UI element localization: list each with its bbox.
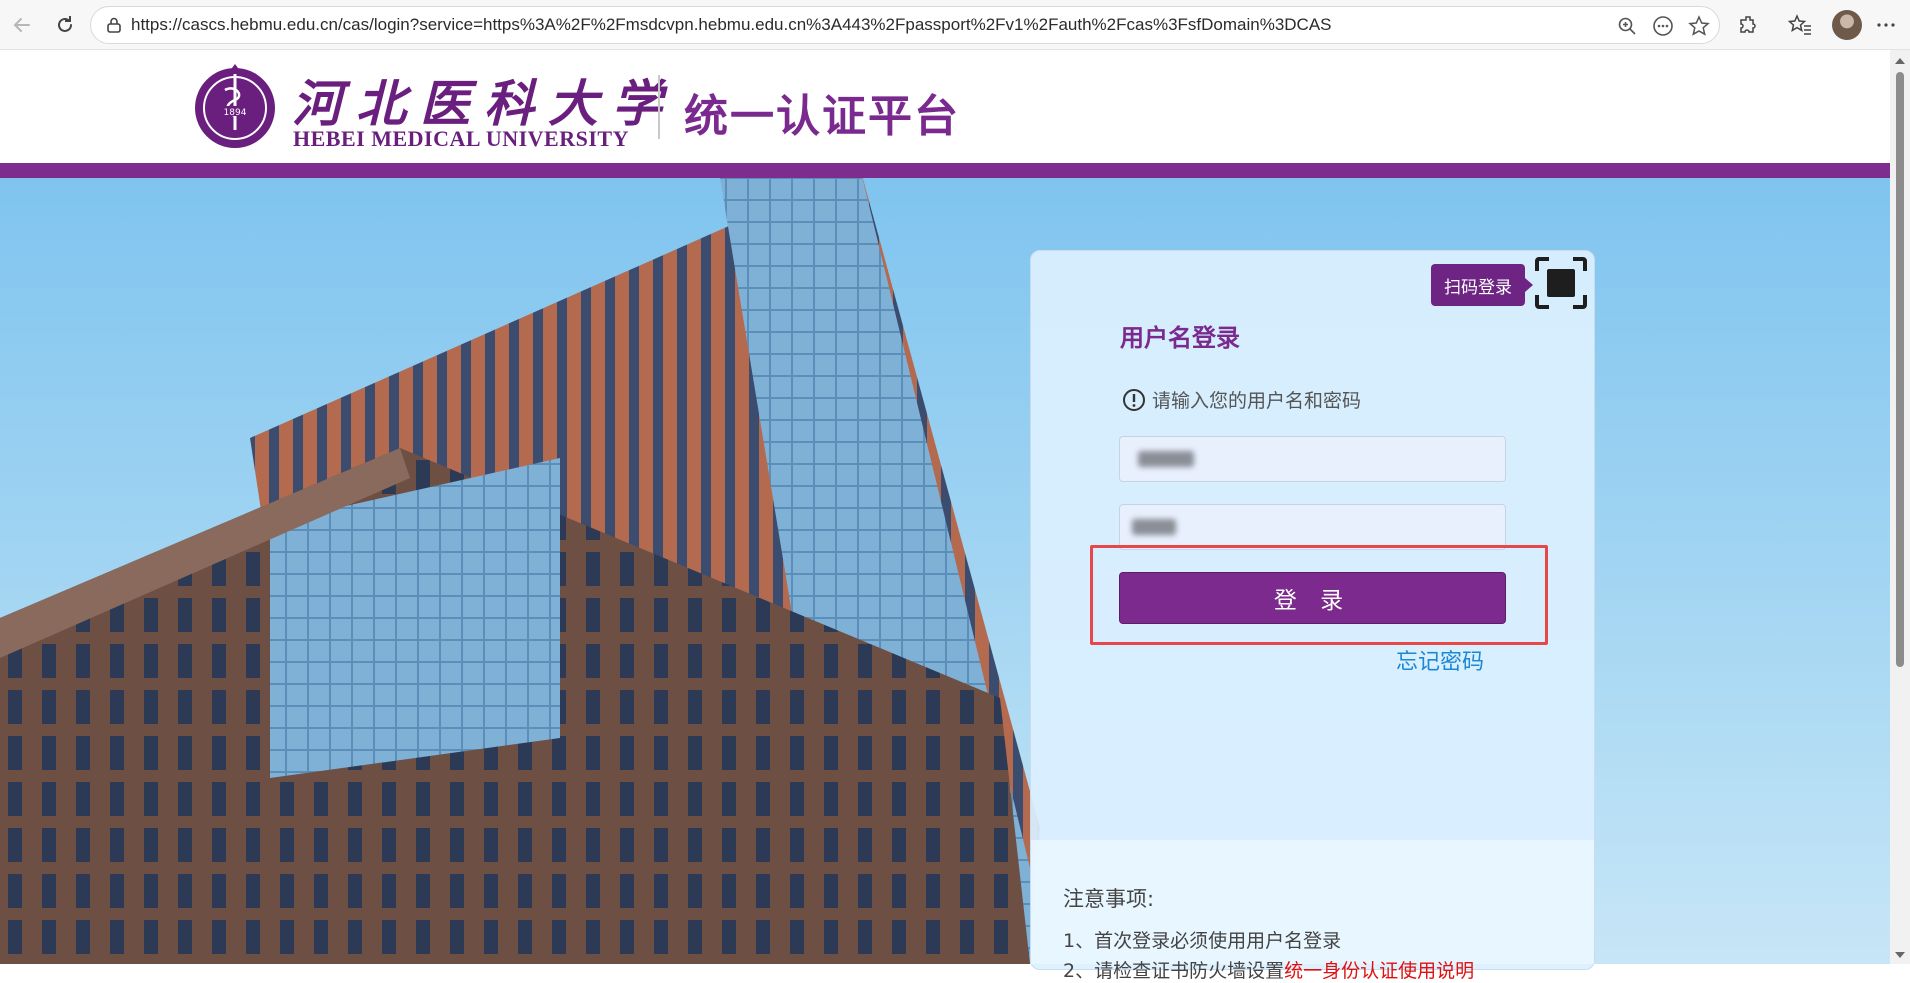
login-hint-text: 请输入您的用户名和密码 — [1152, 390, 1362, 412]
back-arrow-icon — [13, 18, 30, 32]
username-input[interactable] — [1119, 436, 1506, 482]
svg-text:1894: 1894 — [224, 108, 247, 118]
browser-toolbar: https://cascs.hebmu.edu.cn/cas/login?ser… — [0, 0, 1910, 50]
forgot-password-link[interactable]: 忘记密码 — [1396, 644, 1484, 676]
qr-scan-icon[interactable] — [1535, 257, 1587, 309]
alert-icon — [1123, 388, 1145, 411]
password-input[interactable] — [1119, 504, 1506, 550]
university-name-en: HEBEI MEDICAL UNIVERSITY — [293, 126, 629, 151]
platform-title: 统一认证平台 — [684, 91, 960, 142]
avatar[interactable] — [1832, 10, 1862, 40]
login-title: 用户名登录 — [1120, 324, 1240, 352]
reload-button[interactable] — [49, 9, 81, 41]
password-value-masked — [1132, 519, 1176, 535]
notice-item-2-text: 2、请检查证书防火墙设置 — [1063, 960, 1285, 982]
notice-item-2: 2、请检查证书防火墙设置统一身份认证使用说明 — [1063, 956, 1474, 983]
qr-login-tag[interactable]: 扫码登录 — [1431, 264, 1533, 306]
url-text[interactable]: https://cascs.hebmu.edu.cn/cas/login?ser… — [131, 15, 1332, 35]
favorites-icon[interactable] — [1788, 13, 1812, 37]
building-illustration — [0, 178, 1040, 964]
scrollbar-thumb[interactable] — [1896, 72, 1904, 667]
header-divider — [658, 75, 660, 139]
notice-item-1: 1、首次登录必须使用用户名登录 — [1063, 930, 1342, 952]
extensions-icon[interactable] — [1737, 13, 1761, 37]
hero-background — [0, 178, 1890, 964]
login-button[interactable]: 登 录 — [1119, 572, 1506, 624]
star-icon[interactable] — [1687, 14, 1711, 38]
menu-dots-icon[interactable] — [1874, 13, 1898, 37]
reload-icon — [58, 16, 72, 32]
header-accent-bar — [0, 163, 1890, 178]
university-emblem-icon: 1894 — [195, 64, 275, 148]
address-bar[interactable]: https://cascs.hebmu.edu.cn/cas/login?ser… — [90, 6, 1720, 44]
scroll-down-arrow-icon[interactable] — [1894, 950, 1906, 960]
scroll-up-arrow-icon[interactable] — [1894, 56, 1906, 66]
more-dots-icon[interactable] — [1651, 14, 1675, 38]
login-hint: 请输入您的用户名和密码 — [1122, 386, 1361, 413]
username-value-masked — [1138, 451, 1194, 467]
zoom-icon[interactable] — [1615, 14, 1639, 38]
usage-guide-link[interactable]: 统一身份认证使用说明 — [1284, 960, 1474, 982]
page-header: 1894 河北医科大学 HEBEI MEDICAL UNIVERSITY 统一认… — [0, 50, 1890, 163]
back-button[interactable] — [6, 9, 38, 41]
lock-icon[interactable] — [105, 16, 123, 38]
notice-title: 注意事项: — [1063, 887, 1155, 911]
